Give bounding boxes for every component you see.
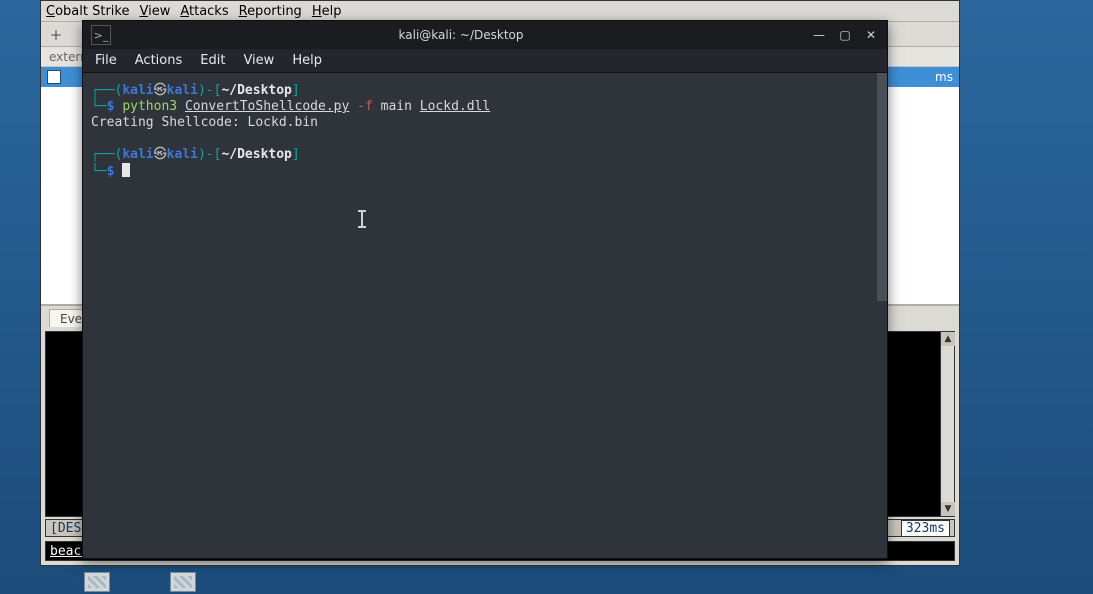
- row-last: ms: [935, 70, 953, 84]
- dock-icon[interactable]: [84, 572, 110, 592]
- dock-icon[interactable]: [170, 572, 196, 592]
- scroll-up-icon[interactable]: ▲: [941, 332, 955, 346]
- terminal-cursor: [122, 163, 130, 177]
- menu-reporting[interactable]: ReportingReporting: [239, 4, 302, 19]
- terminal-titlebar[interactable]: >_ kali@kali: ~/Desktop — ▢ ✕: [83, 21, 887, 49]
- menu-view[interactable]: ViewView: [139, 4, 170, 19]
- menu-cobalt-strike[interactable]: CCobalt Strikeobalt Strike: [46, 4, 129, 19]
- term-menu-file[interactable]: File: [95, 53, 117, 68]
- plus-icon[interactable]: ＋: [49, 27, 63, 41]
- status-rtt: 323ms: [901, 520, 950, 537]
- term-menu-view[interactable]: View: [243, 53, 274, 68]
- term-menu-actions[interactable]: Actions: [135, 53, 183, 68]
- menu-attacks[interactable]: AttacksAttacks: [180, 4, 228, 19]
- terminal-body[interactable]: ┌──(kali㉿kali)-[~/Desktop] └─$ python3 C…: [83, 73, 887, 558]
- menu-help[interactable]: HelpHelp: [312, 4, 342, 19]
- cs-menubar: CCobalt Strikeobalt Strike ViewView Atta…: [41, 1, 959, 21]
- scrollbar[interactable]: ▲ ▼: [940, 332, 954, 516]
- term-menu-help[interactable]: Help: [292, 53, 322, 68]
- cmd-script: ConvertToShellcode.py: [185, 99, 349, 114]
- close-button[interactable]: ✕: [863, 27, 879, 43]
- cmd-dll: Lockd.dll: [420, 99, 490, 114]
- terminal-window: >_ kali@kali: ~/Desktop — ▢ ✕ File Actio…: [82, 20, 888, 559]
- terminal-app-icon: >_: [91, 25, 111, 45]
- terminal-title: kali@kali: ~/Desktop: [121, 28, 801, 42]
- scroll-thumb[interactable]: [877, 73, 887, 301]
- scroll-down-icon[interactable]: ▼: [941, 502, 955, 516]
- cmd-fn: main: [381, 99, 412, 114]
- terminal-scrollbar[interactable]: [877, 73, 887, 558]
- terminal-menubar: File Actions Edit View Help: [83, 49, 887, 73]
- maximize-button[interactable]: ▢: [837, 27, 853, 43]
- text-cursor-ibeam: [361, 211, 363, 227]
- term-menu-edit[interactable]: Edit: [200, 53, 225, 68]
- minimize-button[interactable]: —: [811, 27, 827, 43]
- cmd-python: python3: [122, 99, 177, 114]
- desktop-dock: [84, 570, 196, 594]
- cmd-flag: -f: [357, 99, 373, 114]
- windows-icon: [47, 70, 61, 84]
- cmd-output: Creating Shellcode: Lockd.bin: [91, 115, 318, 130]
